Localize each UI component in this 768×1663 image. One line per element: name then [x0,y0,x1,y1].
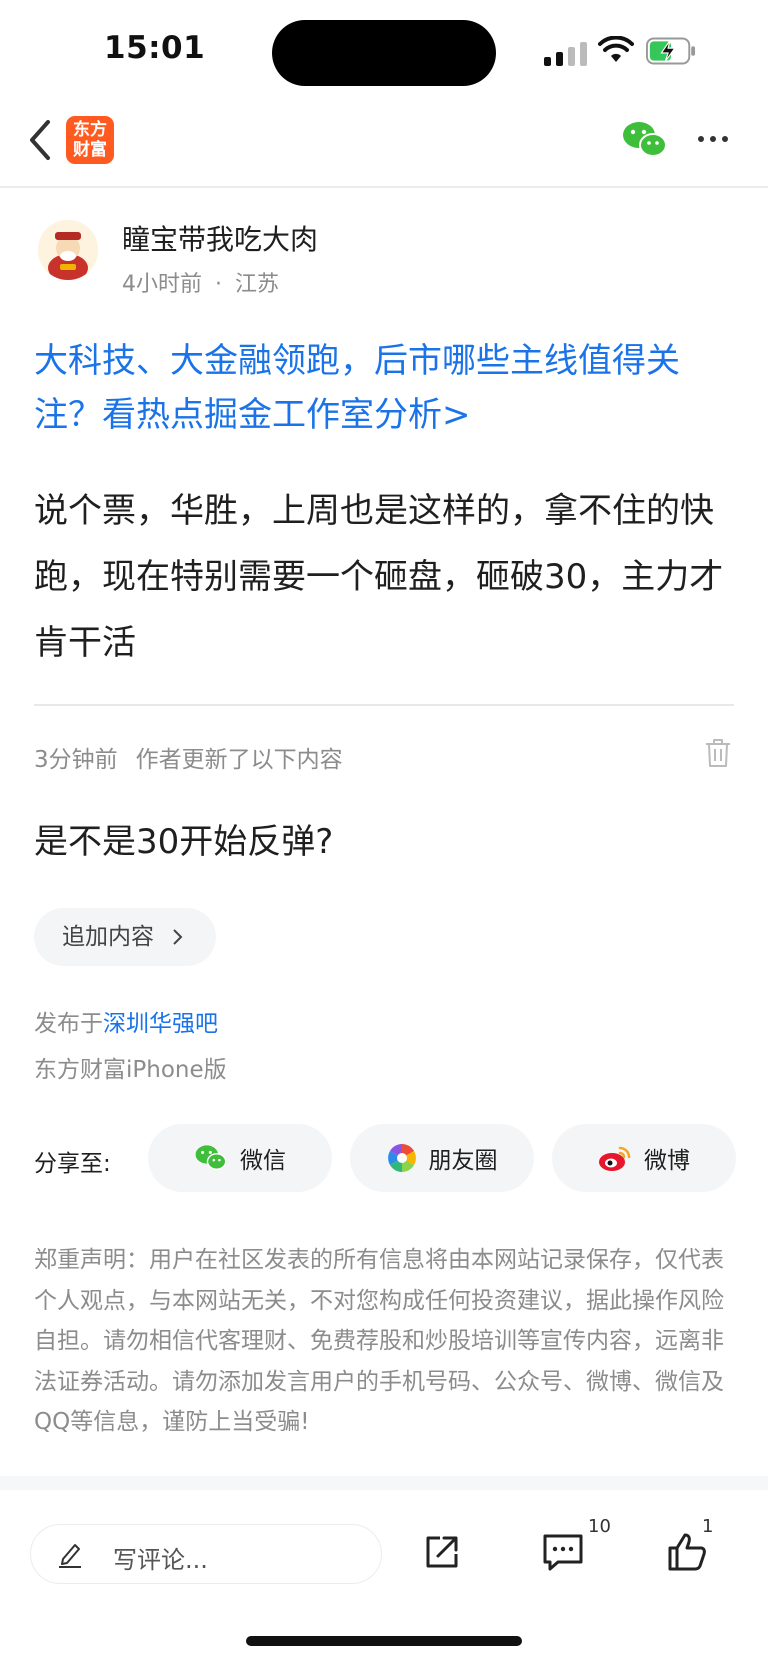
publish-info: 发布于深圳华强吧 [34,1011,218,1037]
wifi-icon [598,36,634,62]
update-label: 作者更新了以下内容 [135,747,343,773]
update-content: 是不是30开始反弹? [34,822,334,862]
divider [34,704,734,706]
share-icon[interactable] [422,1532,462,1572]
wechat-icon[interactable] [622,120,668,160]
back-icon[interactable] [28,118,54,162]
weibo-icon [599,1146,631,1171]
like-icon[interactable] [666,1532,708,1572]
post-meta: 4小时前 · 江苏 [122,272,280,297]
wechat-icon [195,1145,227,1170]
like-count: 1 [702,1516,714,1537]
trash-icon[interactable] [704,738,732,768]
add-content-button[interactable]: 追加内容 [34,908,216,966]
post-body: 说个票，华胜，上周也是这样的，拿不住的快跑，现在特别需要一个砸盘，砸破30，主力… [34,491,724,663]
bar-link[interactable]: 深圳华强吧 [103,1011,218,1037]
section-gap [0,1476,768,1490]
dynamic-island [272,20,496,86]
update-time: 3分钟前 [34,747,118,773]
comment-icon[interactable] [542,1532,584,1572]
promo-link[interactable]: 大科技、大金融领跑，后市哪些主线值得关注？看热点掘金工作室分析> [34,334,734,442]
share-weibo-button[interactable]: 微博 [552,1124,736,1192]
status-time: 15:01 [104,30,206,66]
moments-icon [387,1144,416,1172]
home-indicator[interactable] [246,1636,522,1646]
disclaimer: 郑重声明：用户在社区发表的所有信息将由本网站记录保存，仅代表个人观点，与本网站无… [34,1247,724,1435]
share-wechat-button[interactable]: 微信 [148,1124,332,1192]
platform-info: 东方财富iPhone版 [34,1057,227,1083]
author-name[interactable]: 瞳宝带我吃大肉 [122,218,318,258]
share-moments-button[interactable]: 朋友圈 [350,1124,534,1192]
pen-icon [59,1544,81,1568]
chevron-right-icon [173,929,183,945]
cellular-signal-icon [544,42,590,66]
share-label: 分享至: [34,1151,111,1177]
comment-input[interactable]: 写评论... [30,1524,382,1584]
eastmoney-logo: 东方 财富 [66,116,114,164]
avatar[interactable] [38,220,98,280]
comment-count: 10 [588,1516,611,1537]
update-info: 3分钟前 作者更新了以下内容 [34,740,361,774]
battery-charging-icon [646,37,696,65]
